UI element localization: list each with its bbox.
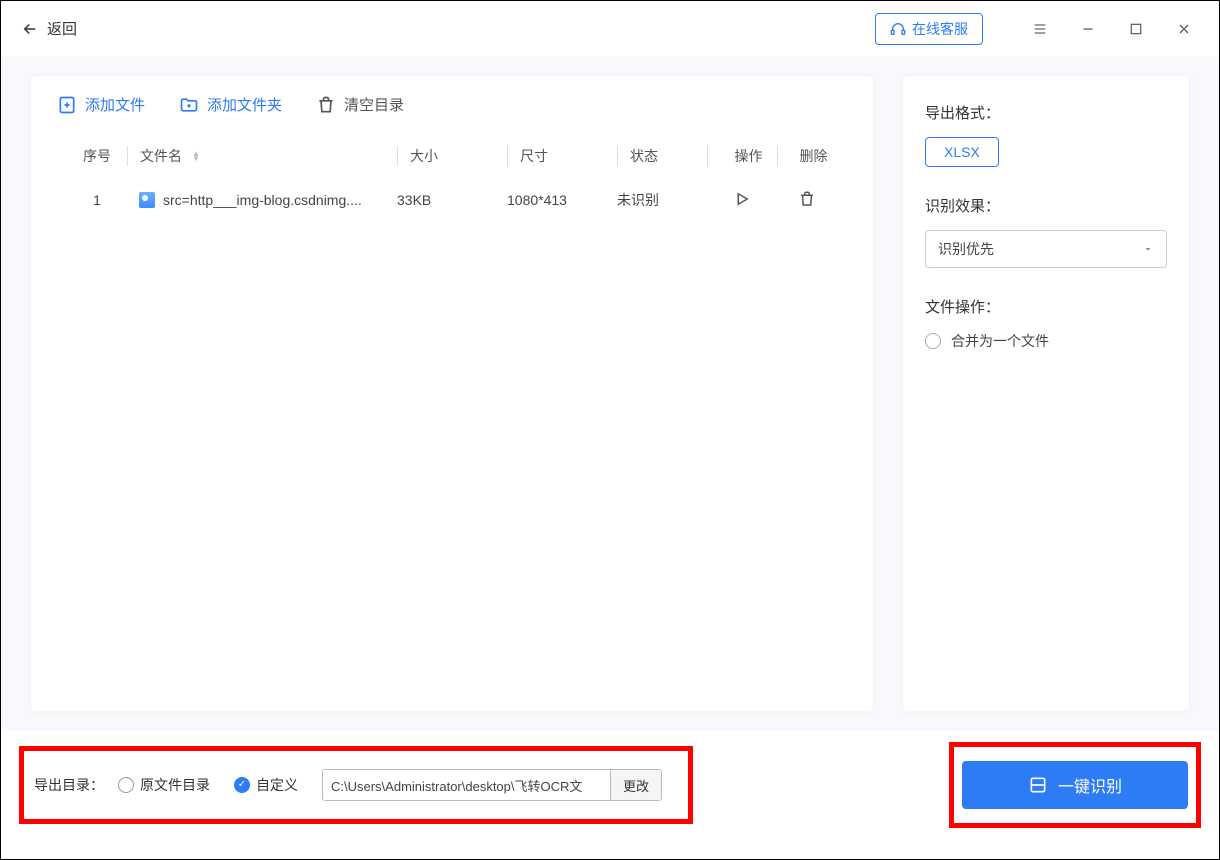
add-file-label: 添加文件 (85, 94, 145, 115)
clear-list-button[interactable]: 清空目录 (316, 94, 404, 115)
recognition-effect-select[interactable]: 识别优先 (925, 230, 1167, 268)
path-input-group: 更改 (322, 769, 662, 801)
sort-icon: ▲▼ (192, 151, 200, 161)
col-delete: 删除 (777, 146, 837, 166)
file-list-panel: 添加文件 添加文件夹 清空目录 序号 文件名 ▲▼ 大小 尺寸 状态 操作 删除 (31, 76, 873, 711)
export-directory-group: 导出目录： 原文件目录 自定义 更改 (19, 746, 693, 824)
run-row-button[interactable] (733, 190, 751, 208)
arrow-left-icon (21, 20, 39, 38)
menu-button[interactable] (1025, 14, 1055, 44)
cell-filename: src=http___img-blog.csdnimg.... (163, 192, 362, 208)
trash-icon (798, 190, 816, 208)
col-name[interactable]: 文件名 ▲▼ (127, 146, 397, 166)
col-seq: 序号 (67, 146, 127, 166)
col-operate: 操作 (707, 146, 777, 166)
radio-checked-icon (234, 777, 250, 793)
change-path-button[interactable]: 更改 (610, 770, 661, 800)
footer: 导出目录： 原文件目录 自定义 更改 一键识别 (1, 729, 1219, 859)
chevron-down-icon (1142, 243, 1154, 255)
online-service-label: 在线客服 (912, 19, 968, 39)
radio-icon (118, 777, 134, 793)
close-icon (1176, 21, 1192, 37)
table-row: 1 src=http___img-blog.csdnimg.... 33KB 1… (57, 177, 847, 223)
image-file-icon (139, 192, 155, 208)
minimize-button[interactable] (1073, 14, 1103, 44)
merge-files-label: 合并为一个文件 (951, 331, 1049, 351)
col-size: 大小 (397, 146, 507, 166)
file-operation-label: 文件操作： (925, 296, 1167, 317)
recognize-label: 一键识别 (1058, 773, 1122, 797)
back-button[interactable]: 返回 (21, 18, 77, 39)
add-folder-button[interactable]: 添加文件夹 (179, 94, 282, 115)
maximize-button[interactable] (1121, 14, 1151, 44)
custom-dir-radio[interactable]: 自定义 (234, 775, 298, 795)
original-dir-label: 原文件目录 (140, 775, 210, 795)
cell-dimensions: 1080*413 (507, 192, 617, 208)
cell-status: 未识别 (617, 190, 707, 210)
toolbar: 添加文件 添加文件夹 清空目录 (57, 94, 847, 135)
play-icon (733, 190, 751, 208)
merge-files-radio[interactable]: 合并为一个文件 (925, 331, 1167, 351)
table-header: 序号 文件名 ▲▼ 大小 尺寸 状态 操作 删除 (57, 135, 847, 177)
recognize-highlight: 一键识别 (949, 742, 1201, 828)
online-service-button[interactable]: 在线客服 (875, 13, 983, 45)
trash-icon (316, 95, 336, 115)
radio-icon (925, 333, 941, 349)
folder-plus-icon (179, 95, 199, 115)
headset-icon (890, 21, 906, 37)
minimize-icon (1080, 21, 1096, 37)
menu-icon (1032, 21, 1048, 37)
export-format-label: 导出格式： (925, 102, 1167, 123)
recognition-effect-value: 识别优先 (938, 239, 994, 259)
custom-dir-label: 自定义 (256, 775, 298, 795)
titlebar: 返回 在线客服 (1, 1, 1219, 56)
export-format-xlsx[interactable]: XLSX (925, 137, 999, 167)
file-plus-icon (57, 95, 77, 115)
original-dir-radio[interactable]: 原文件目录 (118, 775, 210, 795)
cell-size: 33KB (397, 192, 507, 208)
recognize-button[interactable]: 一键识别 (962, 761, 1188, 809)
recognition-effect-label: 识别效果： (925, 195, 1167, 216)
col-dimensions: 尺寸 (507, 146, 617, 166)
delete-row-button[interactable] (798, 190, 816, 208)
maximize-icon (1128, 21, 1144, 37)
back-label: 返回 (47, 18, 77, 39)
clear-list-label: 清空目录 (344, 94, 404, 115)
add-folder-label: 添加文件夹 (207, 94, 282, 115)
side-panel: 导出格式： XLSX 识别效果： 识别优先 文件操作： 合并为一个文件 (903, 76, 1189, 711)
scan-icon (1028, 775, 1048, 795)
export-path-input[interactable] (323, 770, 610, 800)
col-status: 状态 (617, 146, 707, 166)
add-file-button[interactable]: 添加文件 (57, 94, 145, 115)
close-button[interactable] (1169, 14, 1199, 44)
export-dir-label: 导出目录： (34, 775, 104, 795)
cell-seq: 1 (67, 192, 127, 208)
